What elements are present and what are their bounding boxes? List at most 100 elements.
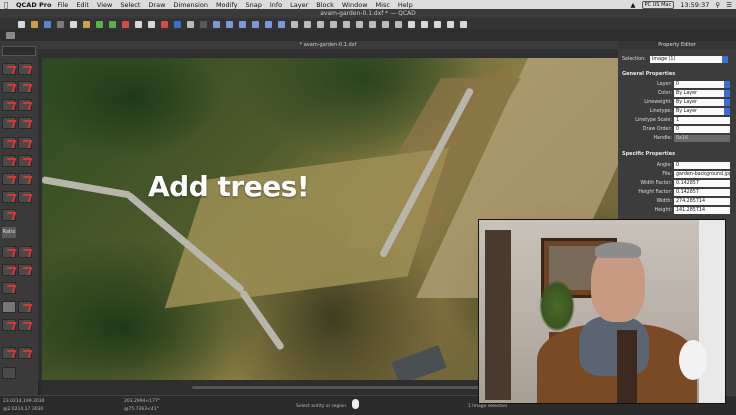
tool-snap-intersection-icon[interactable]: [18, 264, 32, 276]
print-preview-icon[interactable]: [83, 20, 90, 28]
snap-free-icon[interactable]: [395, 20, 402, 28]
tool-snap-grid-icon[interactable]: [2, 282, 16, 294]
snap-tangent-icon[interactable]: [382, 20, 389, 28]
grid-icon[interactable]: [200, 20, 207, 28]
tool-snap-distance-icon[interactable]: [18, 301, 32, 313]
zoom-window-icon[interactable]: [265, 20, 272, 28]
menu-info[interactable]: Info: [270, 1, 282, 9]
menu-select[interactable]: Select: [120, 1, 140, 9]
tool-select-icon[interactable]: [2, 173, 16, 185]
zoom-pan-icon[interactable]: [278, 20, 285, 28]
tool-line-icon[interactable]: [2, 63, 16, 75]
menu-modify[interactable]: Modify: [216, 1, 238, 9]
menu-help[interactable]: Help: [398, 1, 413, 9]
property-editor-icon[interactable]: [408, 20, 415, 28]
copy-icon[interactable]: [135, 20, 142, 28]
layer-list-icon[interactable]: [421, 20, 428, 28]
lineweight-dropdown[interactable]: By Layer: [674, 99, 730, 106]
angle-field[interactable]: 0: [674, 162, 730, 169]
menu-window[interactable]: Window: [342, 1, 368, 9]
redo-icon[interactable]: [109, 20, 116, 28]
tool-image-icon[interactable]: [18, 155, 32, 167]
snap-grid-icon[interactable]: [304, 20, 311, 28]
tool-rotate-icon[interactable]: [18, 191, 32, 203]
open-file-icon[interactable]: [31, 20, 38, 28]
snap-center-icon[interactable]: [343, 20, 350, 28]
print-icon[interactable]: [70, 20, 77, 28]
menu-view[interactable]: View: [97, 1, 112, 9]
document-tab[interactable]: * avam-garden-0.1.dxf: [38, 41, 618, 49]
tool-scale-icon[interactable]: [2, 209, 16, 221]
snap-end-icon[interactable]: [317, 20, 324, 28]
tool-snap-auto-icon[interactable]: [2, 319, 16, 331]
menu-list-icon[interactable]: ☰: [726, 1, 732, 9]
width-factor-field[interactable]: 0.142857: [674, 180, 730, 187]
menu-snap[interactable]: Snap: [246, 1, 262, 9]
tool-ratio-button[interactable]: Ratio: [2, 227, 16, 238]
search-icon[interactable]: ⚲: [715, 1, 720, 9]
tool-arc-icon[interactable]: [2, 81, 16, 93]
tool-rectangle-icon[interactable]: [18, 117, 32, 129]
menu-layer[interactable]: Layer: [290, 1, 308, 9]
menu-file[interactable]: File: [57, 1, 68, 9]
tool-circle-icon[interactable]: [18, 81, 32, 93]
clock[interactable]: 13:59:37: [680, 1, 709, 9]
tool-polyline-icon[interactable]: [18, 99, 32, 111]
tool-key-icon[interactable]: [2, 367, 16, 379]
zoom-in-icon[interactable]: [213, 20, 220, 28]
menu-misc[interactable]: Misc: [376, 1, 390, 9]
scrollbar-thumb[interactable]: [192, 386, 492, 389]
layer-dropdown[interactable]: 0: [674, 81, 730, 88]
command-line-icon[interactable]: [460, 20, 467, 28]
lineweight-icon[interactable]: [187, 20, 194, 28]
height-field[interactable]: 141.285714: [674, 207, 730, 214]
tool-snap-center-icon[interactable]: [2, 264, 16, 276]
snap-perpendicular-icon[interactable]: [369, 20, 376, 28]
toolbar-handle-icon[interactable]: [6, 32, 15, 39]
tool-dimension-icon[interactable]: [2, 137, 16, 149]
selection-dropdown[interactable]: Image (1): [650, 56, 728, 63]
library-browser-icon[interactable]: [447, 20, 454, 28]
snap-intersection-icon[interactable]: [356, 20, 363, 28]
menu-edit[interactable]: Edit: [76, 1, 89, 9]
save-as-icon[interactable]: [57, 20, 64, 28]
zoom-auto-icon[interactable]: [239, 20, 246, 28]
apple-icon[interactable]: : [4, 1, 12, 9]
tool-ellipse-icon[interactable]: [2, 99, 16, 111]
height-factor-field[interactable]: 0.142857: [674, 189, 730, 196]
tool-hatch-icon[interactable]: [2, 155, 16, 167]
keyboard-input-badge[interactable]: PC US Mac: [641, 0, 675, 9]
width-field[interactable]: 274.285714: [674, 198, 730, 205]
tool-point-icon[interactable]: [18, 63, 32, 75]
tool-back-button[interactable]: [2, 46, 36, 56]
wifi-icon[interactable]: ▲: [631, 1, 636, 9]
linetype-scale-field[interactable]: 1: [674, 117, 730, 124]
tool-restrict-icon[interactable]: [18, 319, 32, 331]
tool-snap-end-icon[interactable]: [2, 246, 16, 258]
tool-restrict-orthogonal-icon[interactable]: [2, 347, 16, 359]
block-list-icon[interactable]: [434, 20, 441, 28]
paste-icon[interactable]: [148, 20, 155, 28]
file-field[interactable]: garden-background.jpg: [674, 171, 730, 178]
color-dropdown[interactable]: By Layer: [674, 90, 730, 97]
pen-icon[interactable]: [161, 20, 168, 28]
zoom-out-icon[interactable]: [226, 20, 233, 28]
snap-icon[interactable]: [291, 20, 298, 28]
app-menu[interactable]: QCAD Pro: [16, 1, 51, 9]
new-file-icon[interactable]: [18, 20, 25, 28]
tool-snap-mid-icon[interactable]: [18, 246, 32, 258]
menu-draw[interactable]: Draw: [148, 1, 165, 9]
color-icon[interactable]: [174, 20, 181, 28]
zoom-previous-icon[interactable]: [252, 20, 259, 28]
cut-icon[interactable]: [122, 20, 129, 28]
tool-snap-free-icon[interactable]: [2, 301, 16, 313]
tool-move-icon[interactable]: [2, 191, 16, 203]
menu-dimension[interactable]: Dimension: [173, 1, 208, 9]
save-icon[interactable]: [44, 20, 51, 28]
tool-text-icon[interactable]: [18, 137, 32, 149]
linetype-dropdown[interactable]: By Layer: [674, 108, 730, 115]
tool-restrict-horizontal-icon[interactable]: [18, 347, 32, 359]
draw-order-field[interactable]: 0: [674, 126, 730, 133]
menu-block[interactable]: Block: [316, 1, 334, 9]
undo-icon[interactable]: [96, 20, 103, 28]
